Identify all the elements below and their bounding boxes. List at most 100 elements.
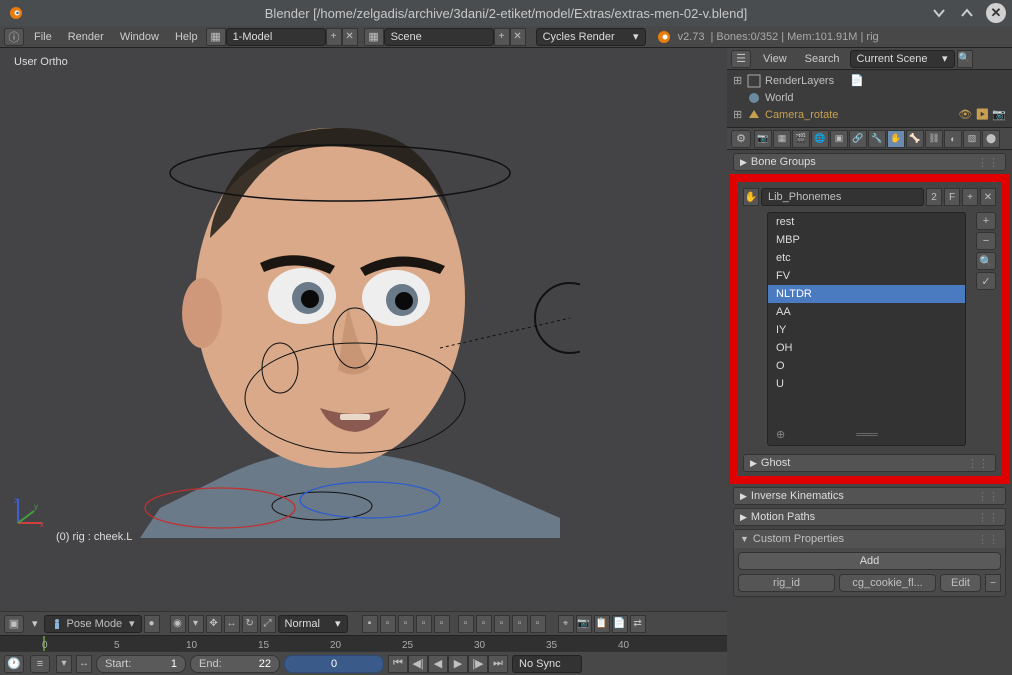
poselib-add-button[interactable]: + — [962, 188, 978, 206]
pose-item[interactable]: O — [768, 357, 965, 375]
tab-layers-icon[interactable]: ▦ — [773, 130, 791, 148]
tree-row[interactable]: ⊞Camera_rotate👁 ▶ 📷 — [733, 106, 1006, 123]
tab-object-icon[interactable]: ▣ — [830, 130, 848, 148]
tab-texture-icon[interactable]: ▧ — [963, 130, 981, 148]
tab-armature-icon[interactable]: ✋ — [887, 130, 905, 148]
layer-btn-6[interactable]: ▫ — [458, 615, 474, 633]
manip-rotate-icon[interactable]: ↻ — [242, 615, 258, 633]
pose-item-selected[interactable]: NLTDR — [768, 285, 965, 303]
tab-bone-icon[interactable]: 🦴 — [906, 130, 924, 148]
maximize-button[interactable] — [958, 4, 976, 22]
list-add-icon[interactable]: ⊕ — [776, 428, 785, 441]
pose-add-button[interactable]: + — [976, 212, 996, 230]
menu-file[interactable]: File — [26, 31, 60, 43]
list-resize-grip[interactable]: ═══ — [856, 429, 876, 441]
pose-sanitize-button[interactable]: ✓ — [976, 272, 996, 290]
scene-browse-icon[interactable]: ▦ — [364, 28, 384, 46]
jump-start-button[interactable]: ⏮ — [388, 655, 408, 673]
outliner-filter-dropdown[interactable]: Current Scene▾ — [850, 50, 955, 68]
tab-material-icon[interactable]: ◐ — [944, 130, 962, 148]
tab-scene-icon[interactable]: 🎬 — [792, 130, 810, 148]
snap-icon[interactable]: ⌖ — [558, 615, 574, 633]
orientation-dropdown[interactable]: Normal▾ — [278, 615, 348, 633]
scene-add-button[interactable]: + — [494, 28, 510, 46]
pose-apply-button[interactable]: 🔍 — [976, 252, 996, 270]
timeline-editor-icon[interactable]: 🕐 — [4, 655, 24, 673]
tab-modifiers-icon[interactable]: 🔧 — [868, 130, 886, 148]
timeline-menu-icon[interactable]: ≡ — [30, 655, 50, 673]
poselib-name-field[interactable]: Lib_Phonemes — [761, 188, 924, 206]
mode-dropdown[interactable]: Pose Mode ▾ — [44, 615, 142, 633]
layout-browse-icon[interactable]: ▦ — [206, 28, 226, 46]
minimize-button[interactable] — [930, 4, 948, 22]
pivot-icon[interactable]: ◉ — [170, 615, 186, 633]
properties-editor-icon[interactable]: ⚙ — [731, 130, 751, 148]
copy-pose-icon[interactable]: 📋 — [594, 615, 610, 633]
manipulator-icon[interactable]: ✥ — [206, 615, 222, 633]
pose-item[interactable]: IY — [768, 321, 965, 339]
menu-render[interactable]: Render — [60, 31, 112, 43]
poselib-unlink-button[interactable]: ✕ — [980, 188, 996, 206]
custom-del-button[interactable]: − — [985, 574, 1001, 592]
layer-btn-10[interactable]: ▫ — [530, 615, 546, 633]
manip-translate-icon[interactable]: ↔ — [224, 615, 240, 633]
jump-end-button[interactable]: ⏭ — [488, 655, 508, 673]
render-preview-icon[interactable]: 📷 — [576, 615, 592, 633]
layout-dropdown[interactable]: 1-Model — [226, 28, 326, 46]
sync-dropdown[interactable]: No Sync — [512, 655, 582, 673]
poselib-fake-user[interactable]: F — [944, 188, 960, 206]
play-reverse-button[interactable]: ◀ — [428, 655, 448, 673]
panel-ghost[interactable]: ▶Ghost⋮⋮ — [743, 454, 996, 472]
end-frame-field[interactable]: End: 22 — [190, 655, 280, 673]
scene-dropdown[interactable]: Scene — [384, 28, 494, 46]
outliner-search[interactable]: Search — [797, 53, 848, 65]
panel-ik[interactable]: ▶Inverse Kinematics⋮⋮ — [733, 487, 1006, 505]
paste-pose-icon[interactable]: 📄 — [612, 615, 628, 633]
close-button[interactable]: ✕ — [986, 3, 1006, 23]
range-icon[interactable]: ↔ — [76, 655, 92, 673]
layer-btn-8[interactable]: ▫ — [494, 615, 510, 633]
tab-physics-icon[interactable]: ⬤ — [982, 130, 1000, 148]
layer-btn-4[interactable]: ▫ — [416, 615, 432, 633]
custom-add-button[interactable]: Add — [738, 552, 1001, 570]
pivot-dd-icon[interactable]: ▾ — [188, 615, 204, 633]
layout-add-button[interactable]: + — [326, 28, 342, 46]
view3d-editor-icon[interactable]: ▣ — [4, 615, 24, 633]
collapse-icon[interactable]: ▾ — [32, 617, 38, 630]
pose-item[interactable]: rest — [768, 213, 965, 231]
tab-constraints-icon[interactable]: 🔗 — [849, 130, 867, 148]
tree-row[interactable]: World — [733, 89, 1006, 106]
tab-render-icon[interactable]: 📷 — [754, 130, 772, 148]
custom-key-field[interactable]: rig_id — [738, 574, 835, 592]
start-frame-field[interactable]: Start: 1 — [96, 655, 186, 673]
panel-bone-groups[interactable]: ▶Bone Groups⋮⋮ — [733, 153, 1006, 171]
current-frame-field[interactable]: 0 — [284, 655, 384, 673]
pose-item[interactable]: AA — [768, 303, 965, 321]
shading-solid-icon[interactable]: ● — [144, 615, 160, 633]
poselib-users[interactable]: 2 — [926, 188, 942, 206]
menu-window[interactable]: Window — [112, 31, 167, 43]
layer-btn-3[interactable]: ▫ — [398, 615, 414, 633]
pose-item[interactable]: OH — [768, 339, 965, 357]
layer-btn-1[interactable]: ▪ — [362, 615, 378, 633]
custom-header[interactable]: ▼Custom Properties⋮⋮ — [734, 530, 1005, 548]
action-browse-icon[interactable]: ✋ — [743, 188, 759, 206]
outliner-view[interactable]: View — [755, 53, 795, 65]
pose-remove-button[interactable]: − — [976, 232, 996, 250]
tree-row[interactable]: ⊞RenderLayers📄 — [733, 72, 1006, 89]
keyframe-next-button[interactable]: |▶ — [468, 655, 488, 673]
layer-btn-5[interactable]: ▫ — [434, 615, 450, 633]
render-engine-dropdown[interactable]: Cycles Render▾ — [536, 28, 646, 46]
layout-del-button[interactable]: ✕ — [342, 28, 358, 46]
outliner-search-icon[interactable]: 🔍 — [957, 50, 973, 68]
pose-item[interactable]: MBP — [768, 231, 965, 249]
scene-del-button[interactable]: ✕ — [510, 28, 526, 46]
view3d-area[interactable]: User Ortho — [0, 48, 727, 611]
info-editor-icon[interactable]: ⓘ — [4, 28, 24, 46]
timeline-ruler[interactable]: 0 5 10 15 20 25 30 35 40 — [0, 635, 727, 651]
custom-val-field[interactable]: cg_cookie_fl... — [839, 574, 936, 592]
custom-edit-button[interactable]: Edit — [940, 574, 981, 592]
keyframe-prev-button[interactable]: ◀| — [408, 655, 428, 673]
panel-motion-paths[interactable]: ▶Motion Paths⋮⋮ — [733, 508, 1006, 526]
layer-btn-7[interactable]: ▫ — [476, 615, 492, 633]
